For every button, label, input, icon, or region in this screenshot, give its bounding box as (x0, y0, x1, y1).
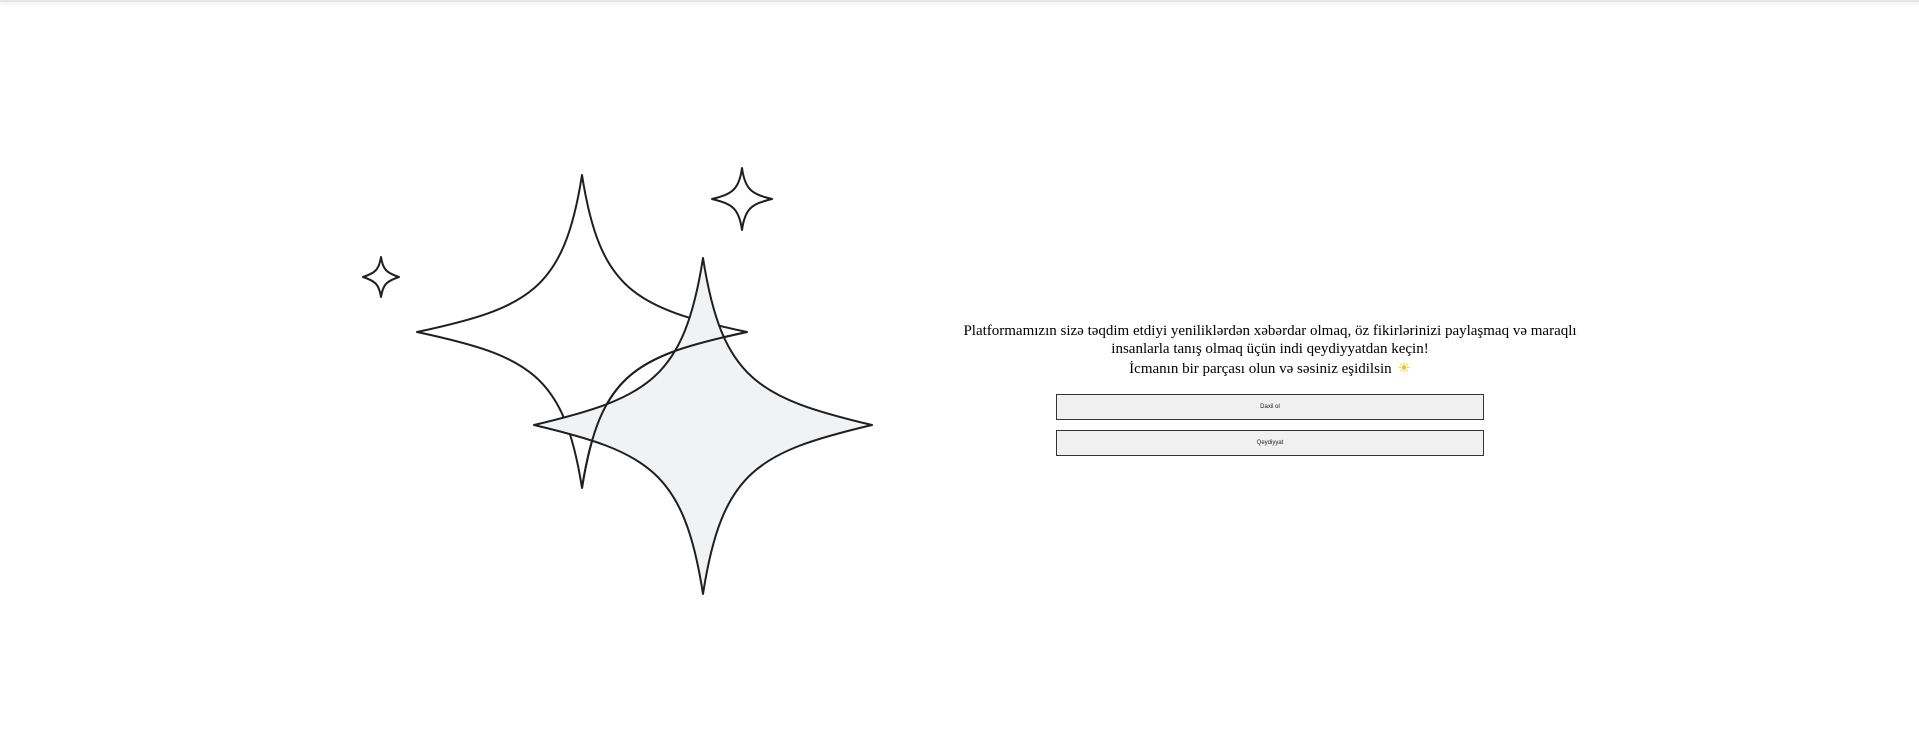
welcome-intro-text: Platformamızın sizə təqdim etdiyi yenili… (963, 323, 1577, 357)
top-bar (0, 0, 1919, 2)
login-button[interactable]: Daxil ol (1056, 394, 1484, 420)
welcome-panel: Platformamızın sizə təqdim etdiyi yenili… (960, 322, 1580, 456)
tagline-text: İcmanın bir parçası olun və səsiniz eşid… (1129, 361, 1392, 377)
filled-sparkle (533, 257, 873, 595)
sun-icon: ☀ (1397, 361, 1411, 377)
small-sparkle-top (711, 167, 773, 231)
sparkles-icon (362, 167, 873, 595)
small-sparkle-left (362, 256, 400, 298)
signup-button[interactable]: Qeydiyyat (1056, 430, 1484, 456)
welcome-tagline: İcmanın bir parçası olun və səsiniz eşid… (960, 360, 1580, 378)
